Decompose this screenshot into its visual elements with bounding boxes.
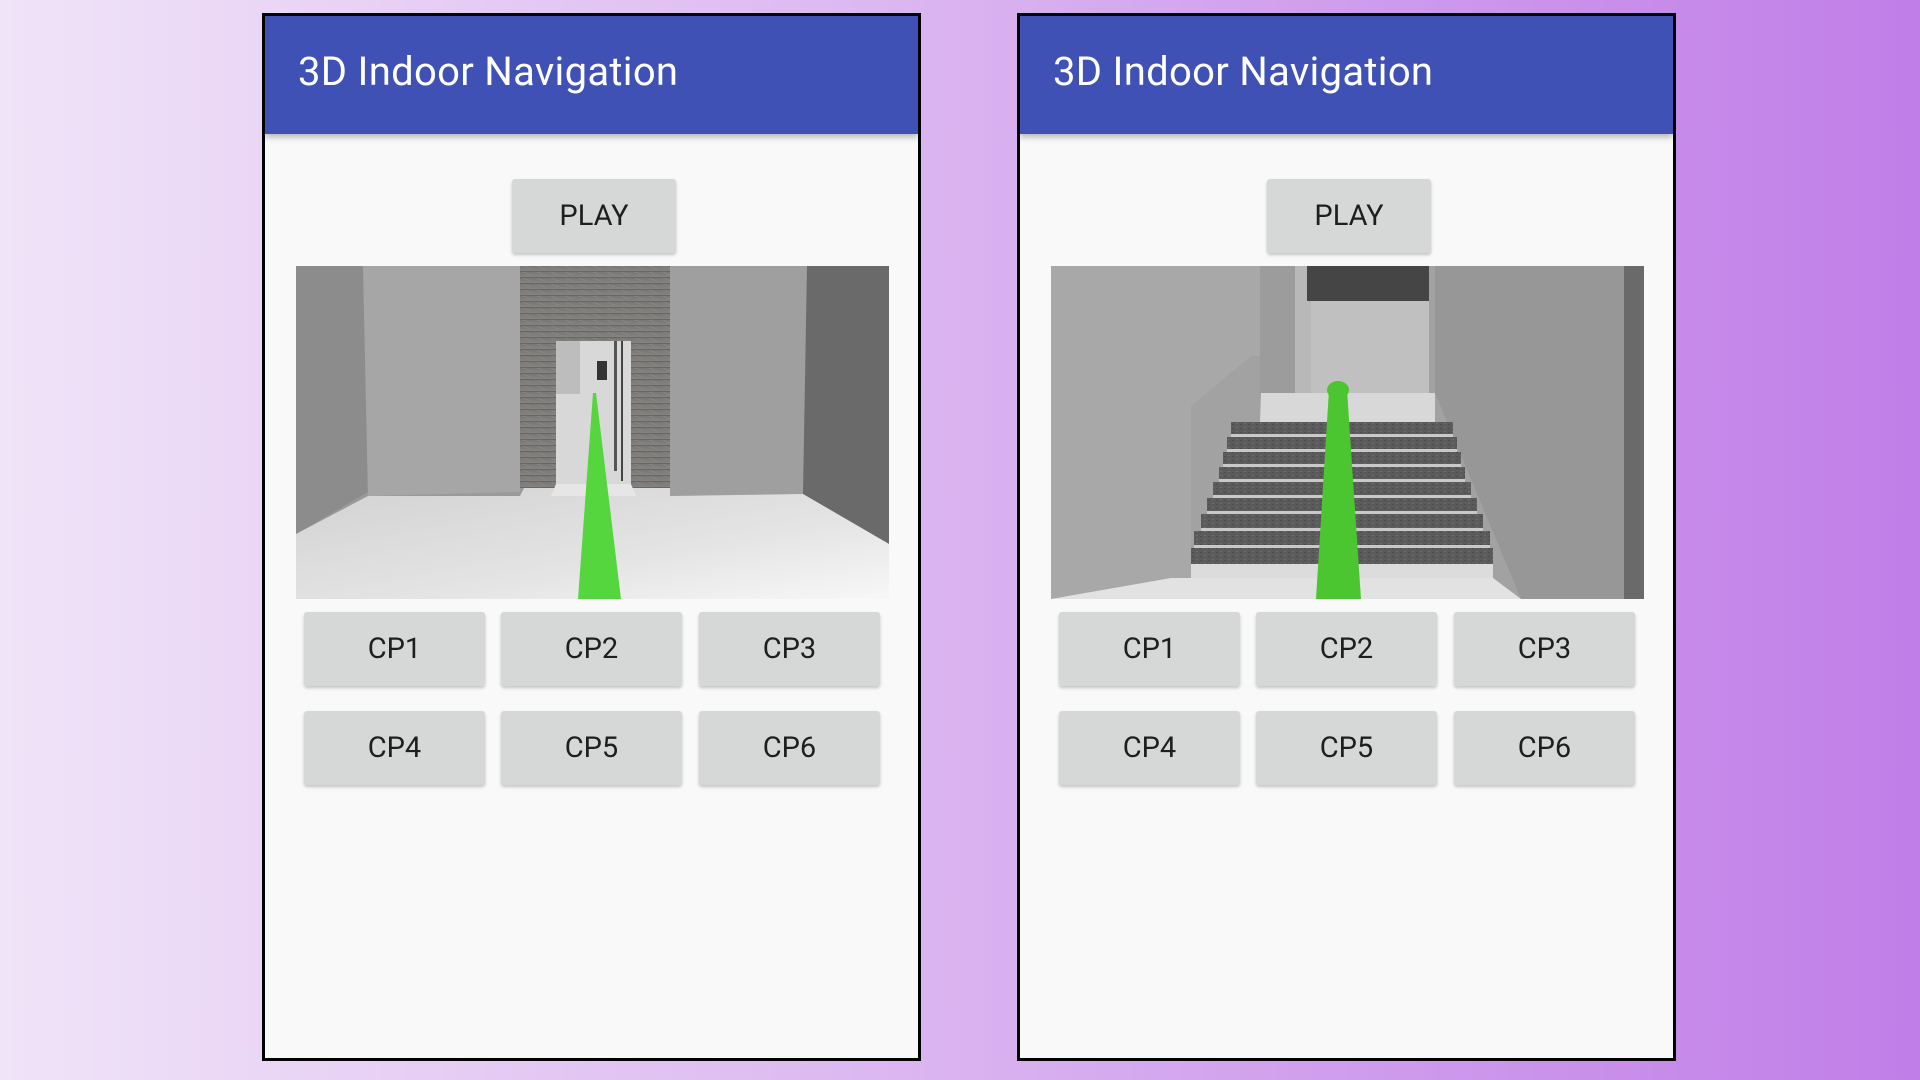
checkpoint-1-button[interactable]: CP1 (304, 612, 485, 686)
checkpoint-3-button[interactable]: CP3 (1454, 612, 1635, 686)
app-bar: 3D Indoor Navigation (265, 16, 918, 134)
phone-screen-left: 3D Indoor Navigation PLAY CP1 CP2 CP3 CP… (262, 13, 921, 1061)
app-bar: 3D Indoor Navigation (1020, 16, 1673, 134)
app-title: 3D Indoor Navigation (298, 48, 679, 95)
checkpoint-6-button[interactable]: CP6 (1454, 711, 1635, 785)
checkpoint-2-button[interactable]: CP2 (501, 612, 682, 686)
checkpoint-2-button[interactable]: CP2 (1256, 612, 1437, 686)
checkpoint-4-button[interactable]: CP4 (304, 711, 485, 785)
play-button[interactable]: PLAY (512, 179, 676, 253)
play-button[interactable]: PLAY (1267, 179, 1431, 253)
3d-navigation-view-corridor[interactable] (296, 266, 889, 599)
checkpoint-5-button[interactable]: CP5 (1256, 711, 1437, 785)
3d-navigation-view-stairs[interactable] (1051, 266, 1644, 599)
checkpoint-3-button[interactable]: CP3 (699, 612, 880, 686)
phone-screen-right: 3D Indoor Navigation PLAY CP1 CP2 CP3 CP… (1017, 13, 1676, 1061)
checkpoint-4-button[interactable]: CP4 (1059, 711, 1240, 785)
checkpoint-5-button[interactable]: CP5 (501, 711, 682, 785)
app-title: 3D Indoor Navigation (1053, 48, 1434, 95)
checkpoint-6-button[interactable]: CP6 (699, 711, 880, 785)
checkpoint-1-button[interactable]: CP1 (1059, 612, 1240, 686)
